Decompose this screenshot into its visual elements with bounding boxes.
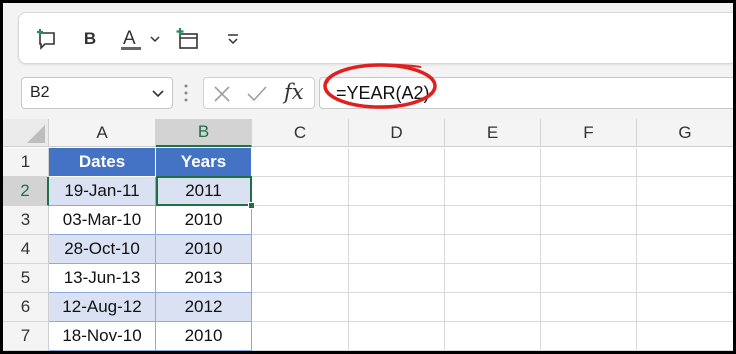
row-header-6[interactable]: 6 [3, 293, 49, 322]
cell-b3[interactable]: 2010 [156, 206, 252, 235]
empty-cell[interactable] [541, 293, 637, 322]
row-header-2[interactable]: 2 [3, 177, 49, 206]
cell-b4[interactable]: 2010 [156, 235, 252, 264]
select-all-icon [27, 125, 45, 143]
chevron-down-icon[interactable] [150, 86, 166, 102]
insert-table-icon [176, 28, 198, 49]
row-header-1[interactable]: 1 [3, 148, 49, 177]
drag-handle-icon[interactable] [183, 83, 189, 103]
customize-toolbar-button[interactable] [221, 22, 245, 56]
column-header-c[interactable]: C [252, 119, 349, 147]
column-header-g[interactable]: G [637, 119, 733, 147]
empty-cell[interactable] [541, 264, 637, 293]
empty-cell[interactable] [349, 148, 445, 177]
empty-cell[interactable] [445, 148, 541, 177]
empty-cell[interactable] [445, 322, 541, 351]
font-color-glyph: A [123, 28, 136, 49]
spreadsheet-grid: A B C D E F G 1 2 3 4 5 6 7 Dates Years … [3, 119, 733, 351]
empty-cell[interactable] [445, 206, 541, 235]
insert-table-button[interactable] [171, 22, 205, 56]
empty-cell[interactable] [637, 148, 733, 177]
cell-a4[interactable]: 28-Oct-10 [49, 235, 156, 264]
check-icon[interactable] [246, 84, 268, 104]
empty-cell[interactable] [541, 322, 637, 351]
empty-cell[interactable] [445, 264, 541, 293]
empty-cell[interactable] [252, 293, 349, 322]
empty-cell[interactable] [541, 148, 637, 177]
select-all-corner[interactable] [3, 119, 49, 147]
empty-cell[interactable] [637, 206, 733, 235]
empty-cell[interactable] [349, 206, 445, 235]
new-comment-button[interactable] [29, 22, 65, 56]
table-header-dates[interactable]: Dates [49, 148, 156, 177]
column-header-d[interactable]: D [349, 119, 445, 147]
column-header-a[interactable]: A [49, 119, 156, 147]
name-box-value: B2 [30, 84, 50, 101]
row-header-4[interactable]: 4 [3, 235, 49, 264]
font-color-icon: A [121, 28, 141, 50]
new-comment-icon [37, 29, 55, 50]
empty-cell[interactable] [349, 322, 445, 351]
formula-controls: fx [203, 77, 315, 109]
empty-cell[interactable] [349, 293, 445, 322]
name-box[interactable]: B2 [21, 77, 173, 109]
column-header-e[interactable]: E [445, 119, 541, 147]
table-header-years[interactable]: Years [156, 148, 252, 177]
cell-a3[interactable]: 03-Mar-10 [49, 206, 156, 235]
row-header-3[interactable]: 3 [3, 206, 49, 235]
quick-access-toolbar: B A [18, 12, 733, 64]
cell-b2[interactable]: 2011 [156, 177, 252, 206]
empty-cell[interactable] [349, 264, 445, 293]
font-color-button[interactable]: A [117, 22, 147, 56]
empty-cell[interactable] [637, 293, 733, 322]
insert-function-button[interactable]: fx [284, 80, 304, 104]
chevron-down-icon [150, 36, 160, 43]
column-header-f[interactable]: F [541, 119, 637, 147]
empty-cell[interactable] [541, 206, 637, 235]
cancel-icon[interactable] [212, 84, 232, 104]
empty-cell[interactable] [637, 264, 733, 293]
empty-cell[interactable] [349, 177, 445, 206]
cell-b7[interactable]: 2010 [156, 322, 252, 351]
customize-toolbar-icon [228, 34, 238, 45]
empty-cell[interactable] [252, 206, 349, 235]
empty-cell[interactable] [252, 322, 349, 351]
empty-cell[interactable] [349, 235, 445, 264]
font-color-dropdown[interactable] [147, 22, 163, 56]
cell-b6[interactable]: 2012 [156, 293, 252, 322]
empty-cell[interactable] [252, 148, 349, 177]
empty-cell[interactable] [252, 177, 349, 206]
empty-cell[interactable] [541, 177, 637, 206]
cell-a2[interactable]: 19-Jan-11 [49, 177, 156, 206]
annotation-circle [323, 63, 437, 109]
fill-handle[interactable] [248, 202, 255, 209]
empty-cell[interactable] [445, 293, 541, 322]
empty-cell[interactable] [541, 235, 637, 264]
cell-a7[interactable]: 18-Nov-10 [49, 322, 156, 351]
cell-a6[interactable]: 12-Aug-12 [49, 293, 156, 322]
column-header-b[interactable]: B [156, 119, 252, 147]
bold-button[interactable]: B [75, 22, 105, 56]
empty-cell[interactable] [637, 322, 733, 351]
empty-cell[interactable] [445, 235, 541, 264]
row-header-7[interactable]: 7 [3, 322, 49, 351]
empty-cell[interactable] [637, 177, 733, 206]
cell-b5[interactable]: 2013 [156, 264, 252, 293]
empty-cell[interactable] [637, 235, 733, 264]
empty-cell[interactable] [252, 235, 349, 264]
empty-cell[interactable] [252, 264, 349, 293]
cell-a5[interactable]: 13-Jun-13 [49, 264, 156, 293]
row-header-5[interactable]: 5 [3, 264, 49, 293]
window-frame: B A B2 fx =YEAR(A2) A B C D E F G 1 2 3 … [0, 0, 736, 354]
empty-cell[interactable] [445, 177, 541, 206]
